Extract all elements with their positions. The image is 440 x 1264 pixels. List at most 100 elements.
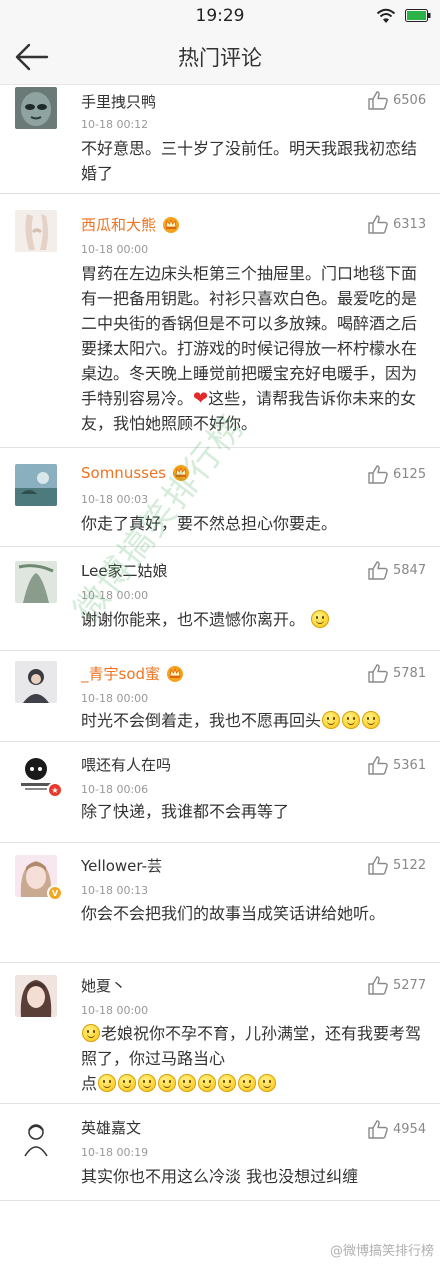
commenter-name[interactable]: Yellower-芸: [81, 855, 162, 876]
comment-item: V Yellower-芸 10-18 00:13 5122 你会不会把我们的故事…: [0, 843, 440, 963]
thumbs-up-icon: [368, 91, 388, 110]
comment-time: 10-18 00:00: [81, 589, 149, 602]
commenter-name[interactable]: _青宇sod蜜: [81, 663, 184, 684]
comment-time: 10-18 00:00: [81, 692, 149, 705]
thumbs-up-icon: [368, 465, 388, 484]
comment-item: 英雄嘉文 10-18 00:19 4954 其实你也不用这么冷淡 我也没想过纠缠: [0, 1104, 440, 1201]
smiley-emoji-icon: [311, 610, 330, 628]
commenter-name-text: _青宇sod蜜: [81, 665, 161, 683]
verified-badge-icon: ★: [47, 782, 63, 798]
smiley-emoji-icon: [98, 1074, 117, 1092]
comment-time: 10-18 00:12: [81, 118, 149, 131]
comment-text: 老娘祝你不孕不育，儿孙满堂，还有我要考驾照了，你过马路当心点: [81, 1021, 421, 1096]
comment-text-part: 老娘祝你不孕不育，儿孙满堂，还有我要考驾照了，你过马路当心: [81, 1024, 422, 1068]
comment-text: 你会不会把我们的故事当成笑话讲给她听。: [81, 904, 386, 923]
commenter-name[interactable]: Lee家二姑娘: [81, 560, 168, 581]
vip-crown-icon: [173, 465, 189, 481]
status-bar: 19:29: [0, 0, 440, 32]
comment-text-part: 胃药在左边床头柜第三个抽屉里。门口地毯下面有一把备用钥匙。衬衫只喜欢白色。最爱吃…: [81, 264, 418, 408]
avatar[interactable]: [15, 87, 57, 129]
like-button[interactable]: 5361: [368, 756, 426, 775]
thumbs-up-icon: [368, 561, 388, 580]
like-count: 6506: [393, 93, 427, 108]
like-count: 5277: [393, 978, 427, 993]
battery-icon: [405, 9, 431, 22]
comment-time: 10-18 00:19: [81, 1146, 149, 1159]
source-credit: @微博搞笑排行榜: [329, 1244, 434, 1259]
comment-item: ★ 喂还有人在吗 10-18 00:06 5361 除了快递，我谁都不会再等了: [0, 742, 440, 843]
smiley-emoji-icon: [238, 1074, 257, 1092]
avatar[interactable]: [15, 1118, 57, 1160]
smiley-emoji-icon: [158, 1074, 177, 1092]
comment-item: 西瓜和大熊 10-18 00:00 6313 胃药在左边床头柜第三个抽屉里。门口…: [0, 194, 440, 448]
comment-item: 手里拽只鸭 10-18 00:12 6506 不好意思。三十岁了没前任。明天我跟…: [0, 85, 440, 194]
nav-bar: 热门评论: [0, 32, 440, 85]
comment-time: 10-18 00:03: [81, 493, 149, 506]
vip-crown-icon: [167, 666, 184, 682]
comment-time: 10-18 00:00: [81, 243, 149, 256]
like-count: 5781: [393, 666, 427, 681]
comment-text: 不好意思。三十岁了没前任。明天我跟我初恋结婚了: [81, 139, 418, 183]
comment-item: _青宇sod蜜 10-18 00:00 5781 时光不会倒着走，我也不愿再回头: [0, 651, 440, 742]
comment-text-part: 谢谢你能来，也不遗憾你离开。: [81, 610, 306, 629]
like-count: 6313: [393, 217, 427, 232]
like-button[interactable]: 5781: [368, 664, 426, 683]
wifi-icon: [376, 8, 396, 23]
smiley-emoji-icon: [82, 1024, 100, 1042]
verified-badge-icon: V: [47, 885, 63, 901]
like-count: 5847: [393, 563, 427, 578]
avatar[interactable]: [15, 210, 57, 252]
heart-emoji-icon: ❤: [193, 388, 209, 409]
avatar[interactable]: [15, 975, 57, 1017]
like-button[interactable]: 6506: [368, 91, 426, 110]
thumbs-up-icon: [368, 756, 388, 775]
comment-text-part: 点: [81, 1074, 98, 1093]
smiley-emoji-icon: [218, 1074, 237, 1092]
smiley-emoji-icon: [362, 711, 381, 729]
commenter-name[interactable]: 英雄嘉文: [81, 1117, 141, 1138]
like-button[interactable]: 6313: [368, 215, 426, 234]
commenter-name[interactable]: 她夏丶: [81, 975, 126, 996]
commenter-name-text: 西瓜和大熊: [81, 216, 157, 234]
commenter-name[interactable]: 喂还有人在吗: [81, 754, 171, 775]
smiley-emoji-icon: [118, 1074, 137, 1092]
like-button[interactable]: 5277: [368, 976, 426, 995]
comment-text: 你走了真好，要不然总担心你要走。: [81, 514, 338, 533]
commenter-name[interactable]: 手里拽只鸭: [81, 91, 156, 112]
thumbs-up-icon: [368, 976, 388, 995]
comment-item: 她夏丶 10-18 00:00 5277 老娘祝你不孕不育，儿孙满堂，还有我要考…: [0, 963, 440, 1104]
like-count: 5122: [393, 858, 427, 873]
thumbs-up-icon: [368, 856, 388, 875]
comment-text: 时光不会倒着走，我也不愿再回头: [81, 708, 421, 733]
smiley-emoji-icon: [322, 711, 341, 729]
status-time: 19:29: [195, 6, 245, 26]
smiley-emoji-icon: [258, 1074, 277, 1092]
comment-text-part: 时光不会倒着走，我也不愿再回头: [81, 711, 322, 730]
comment-text: 胃药在左边床头柜第三个抽屉里。门口地毯下面有一把备用钥匙。衬衫只喜欢白色。最爱吃…: [81, 261, 421, 436]
like-button[interactable]: 5122: [368, 856, 426, 875]
like-button[interactable]: 6125: [368, 465, 426, 484]
commenter-name[interactable]: Somnusses: [81, 464, 190, 482]
like-count: 6125: [393, 467, 427, 482]
vip-crown-icon: [163, 217, 180, 233]
commenter-name-text: Somnusses: [81, 464, 166, 482]
smiley-emoji-icon: [198, 1074, 217, 1092]
comment-text: 谢谢你能来，也不遗憾你离开。: [81, 607, 421, 632]
comment-time: 10-18 00:00: [81, 1004, 149, 1017]
like-button[interactable]: 4954: [368, 1120, 426, 1139]
comment-time: 10-18 00:06: [81, 783, 149, 796]
page-title: 热门评论: [178, 46, 262, 70]
comment-time: 10-18 00:13: [81, 884, 149, 897]
commenter-name[interactable]: 西瓜和大熊: [81, 214, 180, 235]
avatar[interactable]: [15, 464, 57, 506]
comment-item: Somnusses 10-18 00:03 6125 你走了真好，要不然总担心你…: [0, 448, 440, 547]
comment-text: 其实你也不用这么冷淡 我也没想过纠缠: [81, 1167, 359, 1186]
thumbs-up-icon: [368, 1120, 388, 1139]
avatar[interactable]: [15, 661, 57, 703]
thumbs-up-icon: [368, 215, 388, 234]
smiley-emoji-icon: [178, 1074, 197, 1092]
avatar[interactable]: [15, 561, 57, 603]
thumbs-up-icon: [368, 664, 388, 683]
like-button[interactable]: 5847: [368, 561, 426, 580]
smiley-emoji-icon: [138, 1074, 157, 1092]
